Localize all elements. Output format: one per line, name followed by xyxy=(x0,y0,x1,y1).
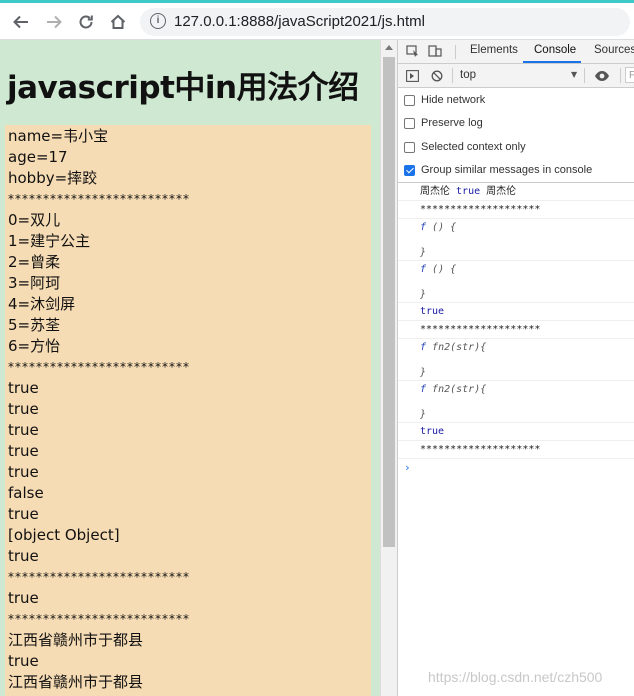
address-bar[interactable]: i 127.0.0.1:8888/javaScript2021/js.html xyxy=(140,8,630,36)
output-line: age=17 xyxy=(8,148,68,166)
console-line[interactable]: f () { xyxy=(398,261,634,278)
inspect-element-icon[interactable] xyxy=(406,45,420,57)
devtools-tab-bar: Elements Console Sources xyxy=(398,40,634,64)
toolbar-separator xyxy=(620,68,621,83)
active-tab-indicator xyxy=(523,61,581,63)
output-line: true xyxy=(8,505,39,523)
console-messages: 周杰伦 true 周杰伦 ******************** f () {… xyxy=(398,183,634,476)
output-line: ************************** xyxy=(8,612,190,626)
output-line: 4=沐剑屏 xyxy=(8,295,76,313)
chevron-down-icon[interactable]: ▼ xyxy=(571,70,577,79)
output-line: 0=双儿 xyxy=(8,211,61,229)
console-line: } xyxy=(398,236,634,261)
selected-context-checkbox[interactable] xyxy=(404,142,415,153)
output-line: ************************** xyxy=(8,570,190,584)
output-line: false xyxy=(8,484,44,502)
output-line: [object Object] xyxy=(8,526,120,544)
toolbar-separator xyxy=(452,68,453,83)
info-icon[interactable]: i xyxy=(150,13,166,29)
browser-toolbar: i 127.0.0.1:8888/javaScript2021/js.html xyxy=(0,3,634,40)
output-line: true xyxy=(8,379,39,397)
console-line: } xyxy=(398,398,634,423)
back-arrow-icon[interactable] xyxy=(9,10,33,34)
console-line: ******************** xyxy=(398,321,634,339)
output-line: true xyxy=(8,421,39,439)
clear-console-icon[interactable] xyxy=(431,70,443,82)
device-toolbar-icon[interactable] xyxy=(428,45,442,57)
console-line: } xyxy=(398,278,634,303)
home-icon[interactable] xyxy=(106,10,130,34)
output-line: ************************** xyxy=(8,360,190,374)
forward-arrow-icon[interactable] xyxy=(42,10,66,34)
sidebar-toggle-icon[interactable] xyxy=(406,70,419,82)
console-line: true xyxy=(398,303,634,321)
output-line: 江西省赣州市于都县 xyxy=(8,631,144,649)
toolbar-separator xyxy=(584,68,585,83)
output-box: name=韦小宝 age=17 hobby=摔跤 ******************… xyxy=(5,125,371,696)
tab-separator xyxy=(455,45,456,59)
tab-console[interactable]: Console xyxy=(534,44,576,56)
group-similar-checkbox[interactable] xyxy=(404,165,415,176)
page-title: javascript中in用法介绍 xyxy=(7,70,359,106)
output-line: 2=曾柔 xyxy=(8,253,61,271)
output-line: 江西省赣州市于都县 xyxy=(8,673,144,691)
output-line: true xyxy=(8,400,39,418)
scroll-up-arrow-icon[interactable] xyxy=(385,45,393,50)
eye-icon[interactable] xyxy=(594,70,610,82)
console-toolbar: top ▼ F xyxy=(398,64,634,88)
console-line: 周杰伦 true 周杰伦 xyxy=(398,183,634,201)
console-line: ******************** xyxy=(398,201,634,219)
tab-sources[interactable]: Sources xyxy=(594,44,634,56)
output-line: 1=建宁公主 xyxy=(8,232,91,250)
hide-network-checkbox[interactable] xyxy=(404,95,415,106)
preserve-log-checkbox[interactable] xyxy=(404,118,415,129)
page-content: javascript中in用法介绍 name=韦小宝 age=17 hobby=摔跤… xyxy=(0,40,380,696)
page-scrollbar[interactable] xyxy=(380,40,397,696)
filter-input[interactable]: F xyxy=(625,67,634,83)
output-line: 5=苏荃 xyxy=(8,316,61,334)
console-line[interactable]: f () { xyxy=(398,219,634,236)
tab-elements[interactable]: Elements xyxy=(470,44,518,56)
output-line: true xyxy=(8,463,39,481)
output-line: true xyxy=(8,652,39,670)
console-line: true xyxy=(398,423,634,441)
scrollbar-thumb[interactable] xyxy=(383,57,395,547)
console-line: } xyxy=(398,356,634,381)
output-line: true xyxy=(8,589,39,607)
output-line: ************************** xyxy=(8,192,190,206)
console-line: ******************** xyxy=(398,441,634,459)
output-line: true xyxy=(8,442,39,460)
context-selector[interactable]: top xyxy=(460,69,476,81)
url-text: 127.0.0.1:8888/javaScript2021/js.html xyxy=(174,13,425,30)
console-line[interactable]: f fn2(str){ xyxy=(398,339,634,356)
console-line[interactable]: f fn2(str){ xyxy=(398,381,634,398)
output-line: name=韦小宝 xyxy=(8,127,109,145)
output-line: hobby=摔跤 xyxy=(8,169,98,187)
reload-icon[interactable] xyxy=(74,10,98,34)
output-line: true xyxy=(8,547,39,565)
output-line: 6=方怡 xyxy=(8,337,61,355)
devtools-panel: Elements Console Sources top ▼ F Hide ne… xyxy=(397,40,634,696)
watermark: https://blog.csdn.net/czh500 xyxy=(428,669,603,685)
output-line: 3=阿珂 xyxy=(8,274,61,292)
console-prompt[interactable]: › xyxy=(398,459,634,476)
